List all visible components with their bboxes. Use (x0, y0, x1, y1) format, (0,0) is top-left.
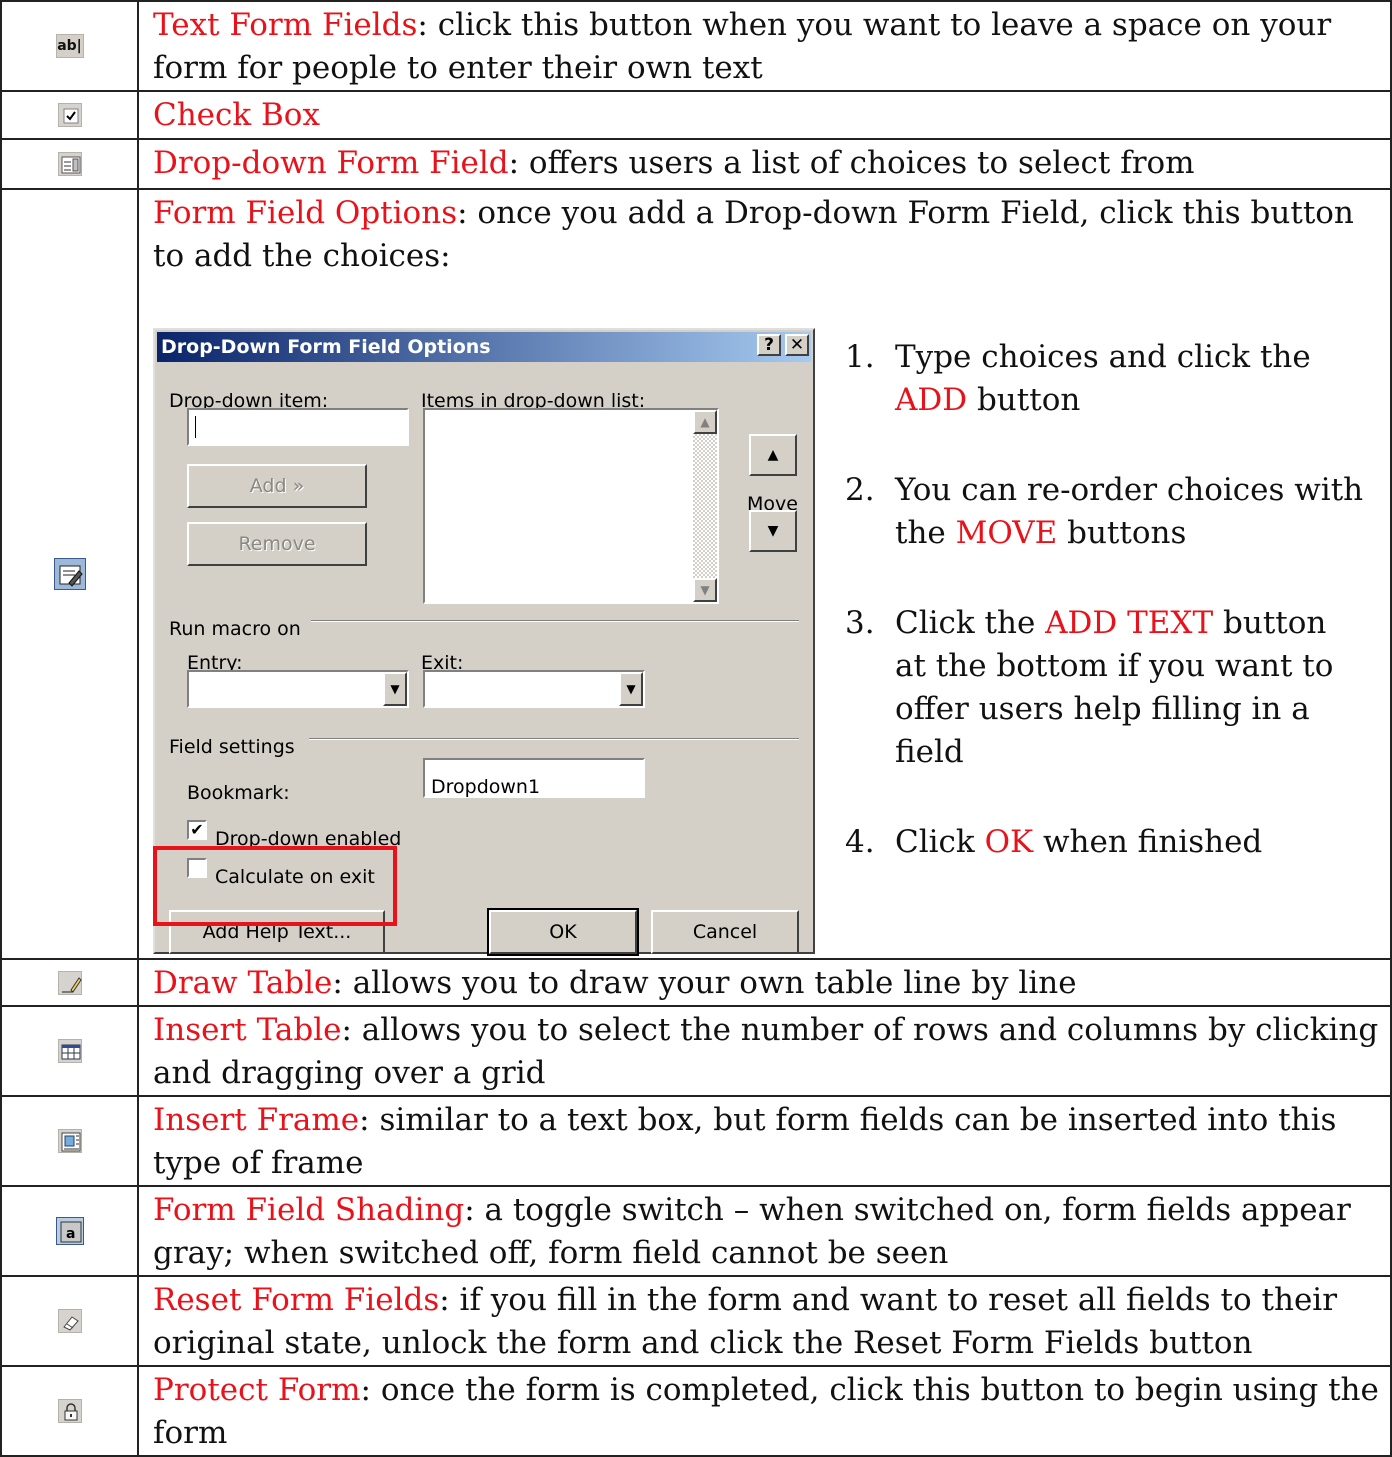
step-item: 2. You can re-order choices with the MOVE… (845, 472, 1364, 551)
row-term: Form Field Options (153, 195, 458, 231)
text-form-field-icon: ab| (55, 34, 84, 58)
remove-button[interactable]: Remove (187, 522, 367, 566)
dropdown-item-input[interactable] (187, 408, 409, 446)
bookmark-label: Bookmark: (187, 782, 290, 804)
dialog-close-button[interactable]: ✕ (785, 334, 809, 356)
row-term: Insert Frame (153, 1102, 360, 1138)
table-row: Reset Form Fields: if you fill in the fo… (0, 1275, 1392, 1367)
entry-dropdown-arrow[interactable]: ▼ (383, 672, 407, 706)
table-row: Insert Table: allows you to select the n… (0, 1005, 1392, 1097)
exit-combo[interactable]: ▼ (423, 670, 645, 708)
drop-down-enabled-checkbox[interactable]: ✔ (187, 820, 207, 840)
table-row: a Form Field Shading: a toggle switch – … (0, 1185, 1392, 1277)
bookmark-input[interactable]: Dropdown1 (423, 758, 645, 798)
row-term: Check Box (153, 97, 320, 133)
step-keyword: ADD TEXT (1045, 605, 1214, 641)
dialog-title: Drop-Down Form Field Options (157, 332, 811, 362)
text-caret (195, 416, 196, 438)
step-keyword: OK (984, 824, 1034, 860)
reset-form-fields-icon (57, 1309, 82, 1333)
step-item: 1. Type choices and click the ADD button (845, 339, 1311, 418)
items-listbox[interactable]: ▲ ▼ (423, 408, 719, 604)
step-text: Type choices and click the (895, 339, 1311, 375)
move-up-button[interactable]: ▲ (749, 434, 797, 476)
scroll-down-button[interactable]: ▼ (693, 578, 717, 602)
row-term: Form Field Shading (153, 1192, 465, 1228)
table-row: Check Box (0, 90, 1392, 140)
step-item: 4. Click OK when finished (845, 824, 1263, 860)
move-down-button[interactable]: ▼ (749, 510, 797, 552)
table-row: Form Field Options: once you add a Drop-… (0, 188, 1392, 960)
check-box-icon (57, 103, 82, 127)
ok-button[interactable]: OK (487, 908, 639, 956)
step-keyword: MOVE (955, 515, 1058, 551)
bookmark-value: Dropdown1 (431, 776, 541, 798)
cancel-button[interactable]: Cancel (651, 910, 799, 954)
step-item: 3. Click the ADD TEXT button at the botto… (845, 605, 1334, 770)
form-field-options-example: Drop-Down Form Field Options ? ✕ Drop-do… (153, 278, 1380, 958)
step-text: Click (895, 824, 985, 860)
row-term: Text Form Fields (153, 7, 418, 43)
step-text: button (967, 382, 1081, 418)
field-settings-divider (309, 738, 799, 740)
row-term: Drop-down Form Field (153, 145, 509, 181)
row-term: Reset Form Fields (153, 1282, 440, 1318)
form-toolbar-reference-table: ab| Text Form Fields: click this button … (0, 0, 1392, 1457)
entry-combo[interactable]: ▼ (187, 670, 409, 708)
items-scrollbar[interactable] (693, 410, 717, 602)
row-term: Protect Form (153, 1372, 361, 1408)
form-field-shading-icon: a (55, 1217, 84, 1245)
table-row: Protect Form: once the form is completed… (0, 1365, 1392, 1457)
step-text: buttons (1057, 515, 1187, 551)
instruction-steps: 1. Type choices and click the ADD button … (845, 336, 1365, 911)
dialog-help-button[interactable]: ? (757, 334, 781, 356)
table-row: Insert Frame: similar to a text box, but… (0, 1095, 1392, 1187)
insert-table-icon (57, 1039, 82, 1063)
run-macro-divider (311, 620, 799, 622)
step-text: when finished (1033, 824, 1263, 860)
exit-dropdown-arrow[interactable]: ▼ (619, 672, 643, 706)
step-keyword: ADD (895, 382, 968, 418)
form-field-options-icon (53, 558, 86, 590)
row-desc: : offers users a list of choices to sele… (508, 145, 1195, 181)
drop-down-field-icon (57, 152, 82, 176)
insert-frame-icon (57, 1129, 82, 1153)
field-settings-label: Field settings (169, 736, 295, 758)
add-button[interactable]: Add » (187, 464, 367, 508)
add-help-text-highlight (153, 846, 397, 926)
table-row: ab| Text Form Fields: click this button … (0, 0, 1392, 92)
svg-text:a: a (66, 1226, 75, 1242)
row-desc: : allows you to draw your own table line… (332, 965, 1077, 1001)
scroll-up-button[interactable]: ▲ (693, 410, 717, 434)
row-term: Draw Table (153, 965, 333, 1001)
row-term: Insert Table (153, 1012, 342, 1048)
table-row: Draw Table: allows you to draw your own … (0, 958, 1392, 1007)
table-row: Drop-down Form Field: offers users a lis… (0, 138, 1392, 190)
step-text: Click the (895, 605, 1046, 641)
draw-table-icon (57, 970, 82, 995)
protect-form-icon (57, 1399, 82, 1423)
